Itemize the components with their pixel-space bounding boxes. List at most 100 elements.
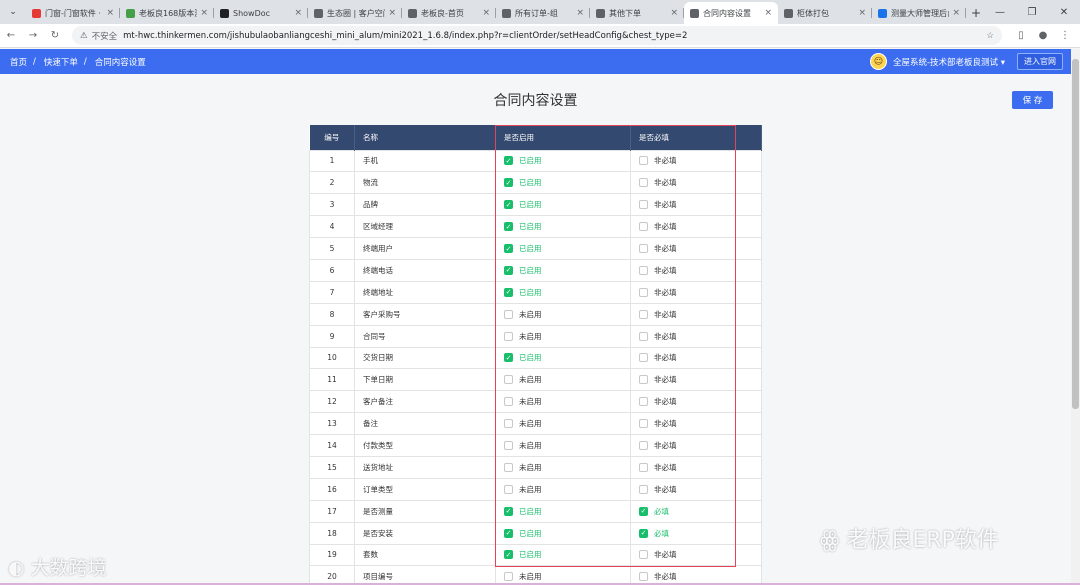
unchecked-icon[interactable] bbox=[639, 375, 648, 385]
unchecked-icon[interactable] bbox=[639, 397, 648, 407]
browser-tab[interactable]: 柜体打包 × bbox=[778, 2, 872, 24]
browser-tab[interactable]: ShowDoc × bbox=[214, 2, 308, 24]
enabled-checkbox[interactable]: 未启用 bbox=[504, 331, 630, 342]
enabled-checkbox[interactable]: ✓ 已启用 bbox=[504, 243, 630, 254]
tab-close-icon[interactable]: × bbox=[952, 8, 960, 18]
unchecked-icon[interactable] bbox=[504, 331, 513, 341]
checked-icon[interactable]: ✓ bbox=[504, 244, 513, 253]
enabled-checkbox[interactable]: ✓ 已启用 bbox=[504, 287, 630, 298]
required-checkbox[interactable]: 非必填 bbox=[639, 374, 761, 385]
unchecked-icon[interactable] bbox=[504, 441, 513, 451]
required-checkbox[interactable]: 非必填 bbox=[639, 221, 761, 232]
unchecked-icon[interactable] bbox=[639, 156, 648, 166]
menu-dots-icon[interactable]: ⋮ bbox=[1054, 30, 1076, 41]
minimize-icon[interactable]: — bbox=[984, 0, 1016, 24]
required-checkbox[interactable]: 非必填 bbox=[639, 549, 761, 560]
browser-tab[interactable]: 合同内容设置 × bbox=[684, 2, 778, 24]
browser-tab[interactable]: 老板良-首页 × bbox=[402, 2, 496, 24]
checked-icon[interactable]: ✓ bbox=[504, 287, 513, 297]
required-checkbox[interactable]: 非必填 bbox=[639, 199, 761, 210]
unchecked-icon[interactable] bbox=[504, 309, 513, 319]
browser-tab[interactable]: 门窗-门窗软件 · 下× bbox=[26, 2, 120, 24]
checked-icon[interactable]: ✓ bbox=[504, 156, 513, 166]
enabled-checkbox[interactable]: ✓ 已启用 bbox=[504, 221, 630, 232]
enabled-checkbox[interactable]: 未启用 bbox=[504, 571, 630, 582]
unchecked-icon[interactable] bbox=[504, 462, 513, 472]
tab-close-icon[interactable]: × bbox=[388, 8, 396, 18]
breadcrumb-quick-order[interactable]: 快速下单 bbox=[44, 56, 78, 68]
unchecked-icon[interactable] bbox=[504, 419, 513, 429]
checked-icon[interactable]: ✓ bbox=[639, 506, 648, 516]
unchecked-icon[interactable] bbox=[639, 572, 648, 582]
enabled-checkbox[interactable]: 未启用 bbox=[504, 484, 630, 495]
unchecked-icon[interactable] bbox=[639, 484, 648, 494]
checked-icon[interactable]: ✓ bbox=[504, 200, 513, 210]
enabled-checkbox[interactable]: 未启用 bbox=[504, 418, 630, 429]
browser-tab[interactable]: 老板良168版本测 × bbox=[120, 2, 214, 24]
enter-website-button[interactable]: 进入官网 bbox=[1017, 53, 1063, 70]
back-icon[interactable]: ← bbox=[0, 30, 22, 41]
unchecked-icon[interactable] bbox=[639, 178, 648, 188]
new-tab-button[interactable]: + bbox=[966, 2, 986, 24]
required-checkbox[interactable]: ✓ 必填 bbox=[639, 506, 761, 517]
required-checkbox[interactable]: 非必填 bbox=[639, 265, 761, 276]
enabled-checkbox[interactable]: ✓ 已启用 bbox=[504, 265, 630, 276]
tab-close-icon[interactable]: × bbox=[200, 8, 208, 18]
breadcrumb-home[interactable]: 首页 bbox=[10, 56, 27, 68]
unchecked-icon[interactable] bbox=[639, 309, 648, 319]
checked-icon[interactable]: ✓ bbox=[639, 528, 648, 538]
unchecked-icon[interactable] bbox=[639, 244, 648, 253]
unchecked-icon[interactable] bbox=[639, 331, 648, 341]
tab-search-icon[interactable]: ⌄ bbox=[0, 0, 26, 24]
unchecked-icon[interactable] bbox=[639, 462, 648, 472]
checked-icon[interactable]: ✓ bbox=[504, 353, 513, 363]
unchecked-icon[interactable] bbox=[639, 441, 648, 451]
tab-close-icon[interactable]: × bbox=[106, 8, 114, 18]
unchecked-icon[interactable] bbox=[639, 419, 648, 429]
enabled-checkbox[interactable]: ✓ 已启用 bbox=[504, 352, 630, 363]
unchecked-icon[interactable] bbox=[504, 375, 513, 385]
enabled-checkbox[interactable]: ✓ 已启用 bbox=[504, 177, 630, 188]
required-checkbox[interactable]: 非必填 bbox=[639, 571, 761, 582]
unchecked-icon[interactable] bbox=[639, 550, 648, 560]
enabled-checkbox[interactable]: ✓ 已启用 bbox=[504, 528, 630, 539]
profile-icon[interactable]: ● bbox=[1032, 30, 1054, 41]
required-checkbox[interactable]: 非必填 bbox=[639, 309, 761, 320]
enabled-checkbox[interactable]: 未启用 bbox=[504, 440, 630, 451]
enabled-checkbox[interactable]: ✓ 已启用 bbox=[504, 155, 630, 166]
tab-close-icon[interactable]: × bbox=[670, 8, 678, 18]
unchecked-icon[interactable] bbox=[639, 222, 648, 232]
checked-icon[interactable]: ✓ bbox=[504, 506, 513, 516]
enabled-checkbox[interactable]: 未启用 bbox=[504, 462, 630, 473]
bookmark-star-icon[interactable]: ☆ bbox=[986, 31, 994, 41]
unchecked-icon[interactable] bbox=[504, 484, 513, 494]
enabled-checkbox[interactable]: 未启用 bbox=[504, 309, 630, 320]
required-checkbox[interactable]: ✓ 必填 bbox=[639, 528, 761, 539]
required-checkbox[interactable]: 非必填 bbox=[639, 155, 761, 166]
page-scrollbar[interactable] bbox=[1071, 49, 1080, 585]
tab-close-icon[interactable]: × bbox=[576, 8, 584, 18]
tab-close-icon[interactable]: × bbox=[764, 8, 772, 18]
enabled-checkbox[interactable]: ✓ 已启用 bbox=[504, 199, 630, 210]
unchecked-icon[interactable] bbox=[639, 353, 648, 363]
avatar[interactable]: ☺ bbox=[869, 53, 887, 70]
unchecked-icon[interactable] bbox=[504, 572, 513, 582]
required-checkbox[interactable]: 非必填 bbox=[639, 177, 761, 188]
checked-icon[interactable]: ✓ bbox=[504, 222, 513, 232]
tab-close-icon[interactable]: × bbox=[858, 8, 866, 18]
checked-icon[interactable]: ✓ bbox=[504, 550, 513, 560]
unchecked-icon[interactable] bbox=[639, 200, 648, 210]
tab-close-icon[interactable]: × bbox=[294, 8, 302, 18]
required-checkbox[interactable]: 非必填 bbox=[639, 396, 761, 407]
side-panel-icon[interactable]: ▯ bbox=[1010, 30, 1032, 41]
save-button[interactable]: 保 存 bbox=[1012, 91, 1053, 109]
close-window-icon[interactable]: ✕ bbox=[1048, 0, 1080, 24]
required-checkbox[interactable]: 非必填 bbox=[639, 484, 761, 495]
enabled-checkbox[interactable]: ✓ 已启用 bbox=[504, 549, 630, 560]
required-checkbox[interactable]: 非必填 bbox=[639, 440, 761, 451]
browser-tab[interactable]: 生态圈 | 客户空间 × bbox=[308, 2, 402, 24]
unchecked-icon[interactable] bbox=[504, 397, 513, 407]
browser-tab[interactable]: 其他下单 × bbox=[590, 2, 684, 24]
browser-tab[interactable]: 所有订单-组 × bbox=[496, 2, 590, 24]
required-checkbox[interactable]: 非必填 bbox=[639, 287, 761, 298]
